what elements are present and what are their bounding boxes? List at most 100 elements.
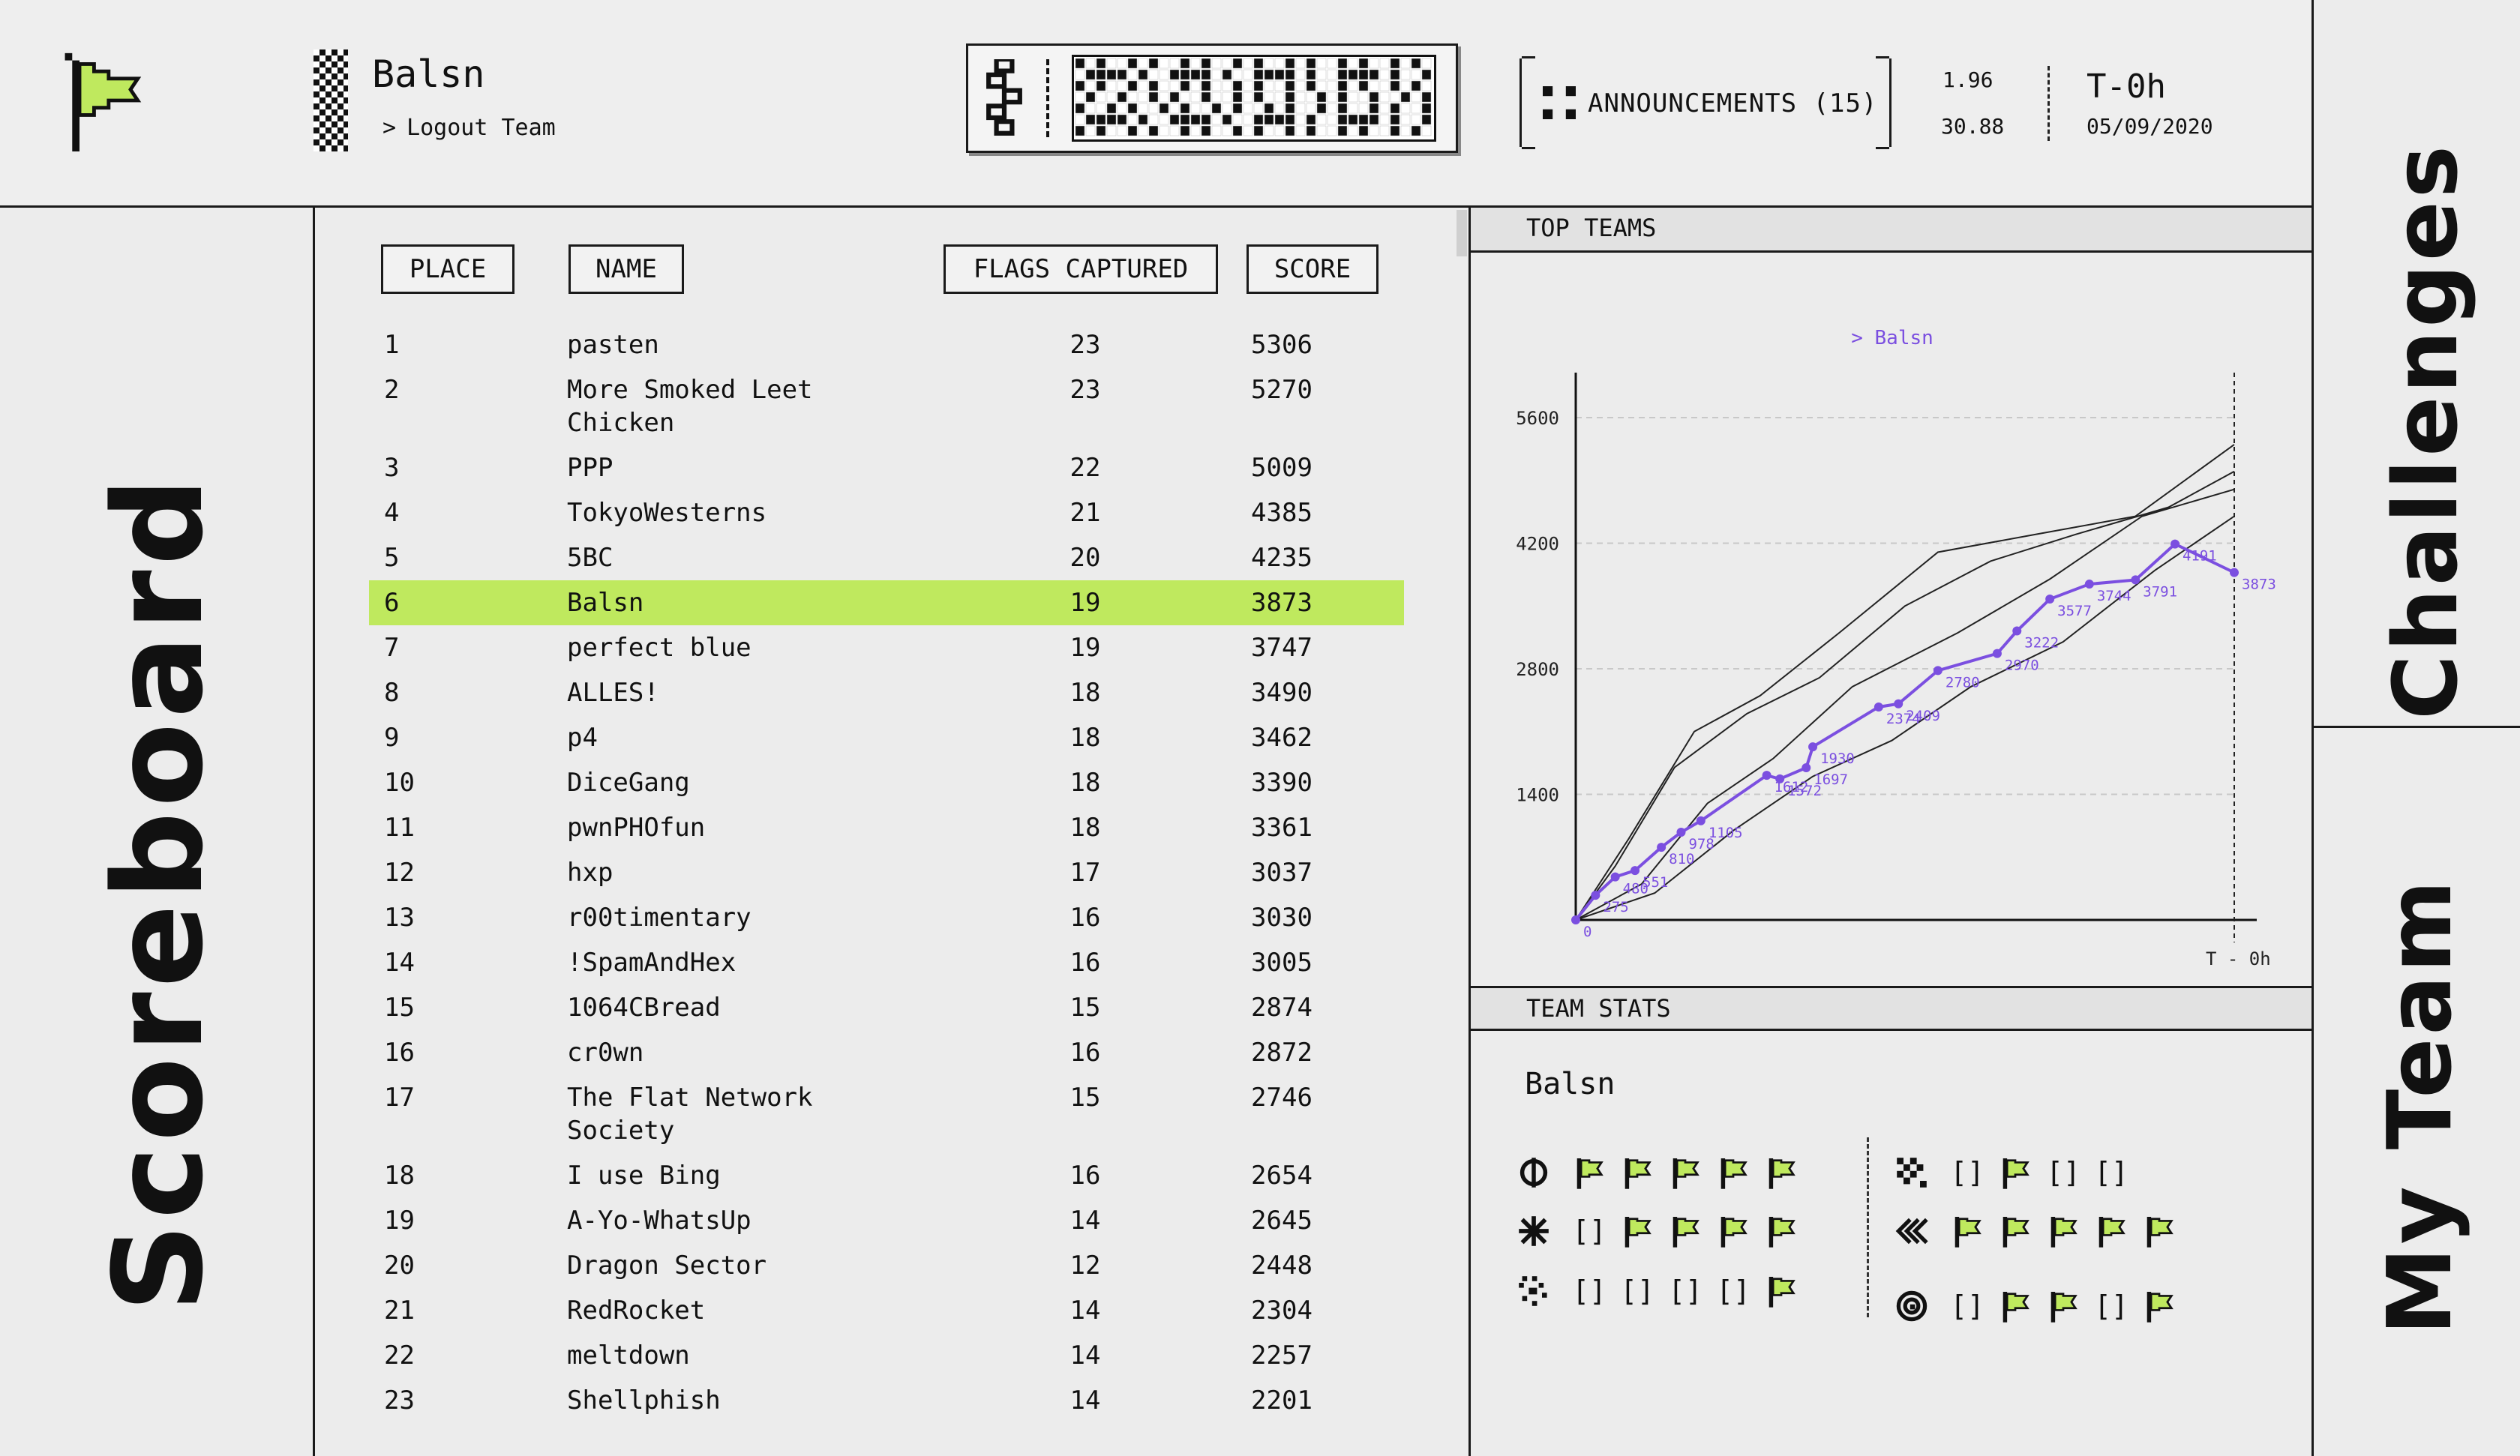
team-name-cell[interactable]: 5BC (567, 541, 952, 574)
table-row[interactable]: 2 More Smoked Leet Chicken 23 5270 (369, 367, 1404, 445)
team-name-cell[interactable]: Shellphish (567, 1384, 952, 1417)
unsolved-slot[interactable]: [] (1943, 1287, 1991, 1325)
team-name-cell[interactable]: Dragon Sector (567, 1249, 952, 1282)
table-row[interactable]: 21 RedRocket 14 2304 (369, 1288, 1404, 1333)
solved-flag-icon[interactable] (1991, 1154, 2039, 1191)
solved-flag-icon[interactable] (1565, 1154, 1613, 1191)
table-row[interactable]: 22 meltdown 14 2257 (369, 1333, 1404, 1378)
solved-flag-icon[interactable] (1613, 1212, 1661, 1250)
logout-team-link[interactable]: > Logout Team (382, 115, 556, 141)
column-header-flags[interactable]: FLAGS CAPTURED (944, 244, 1218, 294)
data-label: 3791 (2143, 583, 2177, 600)
unsolved-slot[interactable]: [] (1613, 1272, 1661, 1310)
team-name-cell[interactable]: r00timentary (567, 901, 952, 934)
team-name-cell[interactable]: TokyoWesterns (567, 496, 952, 529)
table-row[interactable]: 19 A-Yo-WhatsUp 14 2645 (369, 1198, 1404, 1243)
header-stat-a: 1.96 (1942, 67, 1994, 92)
score-cell: 2746 (1251, 1083, 1312, 1113)
team-name-cell[interactable]: I use Bing (567, 1159, 952, 1192)
flag-logo-icon[interactable] (60, 49, 150, 151)
unsolved-slot[interactable]: [] (2087, 1154, 2135, 1191)
table-row[interactable]: 20 Dragon Sector 12 2448 (369, 1243, 1404, 1288)
team-name-cell[interactable]: !SpamAndHex (567, 946, 952, 979)
team-name-cell[interactable]: A-Yo-WhatsUp (567, 1204, 952, 1237)
table-row-current-team[interactable]: 6 Balsn 19 3873 (369, 580, 1404, 625)
solved-flag-icon[interactable] (1613, 1154, 1661, 1191)
column-header-place[interactable]: PLACE (381, 244, 514, 294)
data-label: 3744 (2097, 588, 2132, 604)
solved-flag-icon[interactable] (1991, 1212, 2039, 1250)
solved-flag-icon[interactable] (1943, 1212, 1991, 1250)
flags-cell: 14 (1070, 1341, 1101, 1371)
team-name-cell[interactable]: pasten (567, 328, 952, 361)
solved-flag-icon[interactable] (2087, 1212, 2135, 1250)
solved-flag-icon[interactable] (1709, 1154, 1757, 1191)
unsolved-slot[interactable]: [] (1565, 1272, 1613, 1310)
unsolved-slot[interactable]: [] (1709, 1272, 1757, 1310)
table-row[interactable]: 16 cr0wn 16 2872 (369, 1030, 1404, 1075)
table-row[interactable]: 13 r00timentary 16 3030 (369, 895, 1404, 940)
table-row[interactable]: 17 The Flat Network Society 15 2746 (369, 1075, 1404, 1153)
team-name-cell[interactable]: PPP (567, 451, 952, 484)
team-name-cell[interactable]: hxp (567, 856, 952, 889)
table-row[interactable]: 18 I use Bing 16 2654 (369, 1153, 1404, 1198)
data-label: 1697 (1814, 771, 1848, 788)
solved-flag-icon[interactable] (2135, 1212, 2183, 1250)
series-point (1696, 816, 1706, 825)
team-name-cell[interactable]: The Flat Network Society (567, 1081, 952, 1147)
unsolved-slot[interactable]: [] (2039, 1154, 2087, 1191)
table-row[interactable]: 15 1064CBread 15 2874 (369, 985, 1404, 1030)
team-name-cell[interactable]: DiceGang (567, 766, 952, 799)
table-row[interactable]: 7 perfect blue 19 3747 (369, 625, 1404, 670)
team-name-cell[interactable]: More Smoked Leet Chicken (567, 373, 952, 439)
table-row[interactable]: 5 5BC 20 4235 (369, 535, 1404, 580)
table-row[interactable]: 4 TokyoWesterns 21 4385 (369, 490, 1404, 535)
column-header-score[interactable]: SCORE (1246, 244, 1378, 294)
table-row[interactable]: 1 pasten 23 5306 (369, 322, 1404, 367)
solved-flag-icon[interactable] (2135, 1287, 2183, 1325)
table-row[interactable]: 11 pwnPHOfun 18 3361 (369, 805, 1404, 850)
team-name-cell[interactable]: p4 (567, 721, 952, 754)
unsolved-slot[interactable]: [] (1943, 1154, 1991, 1191)
countdown-timer: T-0h (2086, 67, 2166, 106)
nav-challenges[interactable]: Challenges (2374, 142, 2477, 720)
solved-flag-icon[interactable] (1661, 1154, 1709, 1191)
table-row[interactable]: 23 Shellphish 14 2201 (369, 1378, 1404, 1423)
stat-category-row: [][][] (1895, 1154, 2135, 1191)
data-label: 3577 (2057, 603, 2092, 619)
solved-flag-icon[interactable] (2039, 1212, 2087, 1250)
team-name-cell[interactable]: meltdown (567, 1339, 952, 1372)
table-row[interactable]: 12 hxp 17 3037 (369, 850, 1404, 895)
rank-cell: 18 (384, 1161, 415, 1191)
solved-flag-icon[interactable] (1757, 1272, 1805, 1310)
table-row[interactable]: 3 PPP 22 5009 (369, 445, 1404, 490)
table-row[interactable]: 10 DiceGang 18 3390 (369, 760, 1404, 805)
team-name-cell[interactable]: pwnPHOfun (567, 811, 952, 844)
table-row[interactable]: 14 !SpamAndHex 16 3005 (369, 940, 1404, 985)
unsolved-slot[interactable]: [] (2087, 1287, 2135, 1325)
rank-cell: 14 (384, 948, 415, 978)
unsolved-slot[interactable]: [] (1661, 1272, 1709, 1310)
team-name-cell[interactable]: perfect blue (567, 631, 952, 664)
solved-flag-icon[interactable] (1709, 1212, 1757, 1250)
nav-my-team[interactable]: My Team (2368, 877, 2471, 1335)
solved-flag-icon[interactable] (2039, 1287, 2087, 1325)
table-row[interactable]: 9 p4 18 3462 (369, 715, 1404, 760)
solved-flag-icon[interactable] (1757, 1212, 1805, 1250)
table-row[interactable]: 8 ALLES! 18 3490 (369, 670, 1404, 715)
unsolved-slot[interactable]: [] (1565, 1212, 1613, 1250)
team-name-cell[interactable]: ALLES! (567, 676, 952, 709)
solved-flag-icon[interactable] (1991, 1287, 2039, 1325)
score-cell: 2874 (1251, 993, 1312, 1023)
announcements-button[interactable]: ANNOUNCEMENTS (15) (1520, 56, 1892, 149)
scrollbar-thumb[interactable] (1456, 210, 1467, 256)
team-name-cell[interactable]: 1064CBread (567, 991, 952, 1024)
solved-flag-icon[interactable] (1661, 1212, 1709, 1250)
team-name-cell[interactable]: cr0wn (567, 1036, 952, 1069)
rank-cell: 1 (384, 330, 400, 360)
team-name-cell[interactable]: Balsn (567, 586, 952, 619)
solved-flag-icon[interactable] (1757, 1154, 1805, 1191)
team-name-cell[interactable]: RedRocket (567, 1294, 952, 1327)
nav-scoreboard[interactable]: Scoreboard (87, 473, 230, 1312)
column-header-name[interactable]: NAME (568, 244, 684, 294)
